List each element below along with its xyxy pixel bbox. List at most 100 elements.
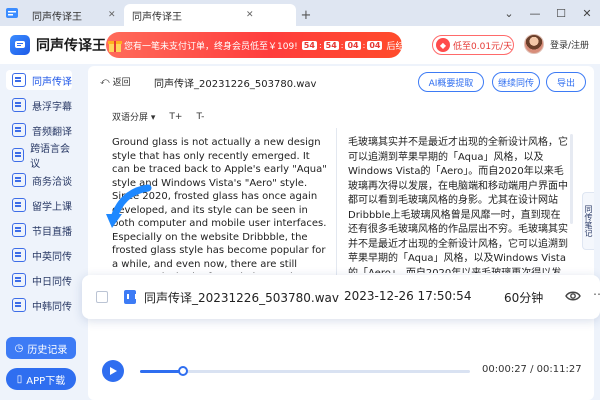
sidebar-item-subtitles[interactable]: 悬浮字幕 <box>6 95 72 115</box>
sidebar-item-label: 节目直播 <box>32 226 72 238</box>
class-icon <box>12 198 26 212</box>
zh-ko-icon <box>12 298 26 312</box>
row-checkbox[interactable] <box>96 291 108 303</box>
sidebar-item-audio[interactable]: 音频翻译 <box>6 120 72 140</box>
discount-badge[interactable]: ◆ 低至0.01元/天 <box>432 35 514 55</box>
audio-file-icon <box>124 290 137 304</box>
history-label: 历史记录 <box>27 344 68 356</box>
back-label: 返回 <box>112 78 131 88</box>
live-icon <box>12 223 26 237</box>
translation-text-panel: 毛玻璃其实并不是最近才出现的全新设计风格，它可以追溯到苹果早期的「Aqua」风格… <box>348 137 568 273</box>
countdown-digit: 54 <box>301 40 317 50</box>
sidebar-item-label: 中英同传 <box>32 251 72 263</box>
play-icon <box>110 367 117 375</box>
progress-fill <box>140 370 183 373</box>
login-label[interactable]: 登录/注册 <box>550 38 589 51</box>
zh-en-icon <box>12 248 26 262</box>
browser-tab-label: 同声传译王 <box>132 11 182 23</box>
sidebar-item-meeting[interactable]: 跨语言会议 <box>6 144 72 170</box>
promo-countdown: 54 : 54 : 04 : 04 <box>301 40 383 50</box>
promo-banner[interactable]: 您有一笔未支付订单，终身会员低至￥109! 54 : 54 : 04 : 04 … <box>106 32 402 58</box>
sidebar-item-label: 音频翻译 <box>32 126 72 138</box>
play-button[interactable] <box>102 360 124 382</box>
history-button[interactable]: ◷ 历史记录 <box>6 337 76 359</box>
time-display: 00:00:27 / 00:11:27 <box>482 364 582 375</box>
record-duration: 60分钟 <box>504 291 544 305</box>
sidebar-item-label: 跨语言会议 <box>30 144 71 170</box>
avatar[interactable] <box>524 34 544 54</box>
file-title: 同声传译_20231226_503780.wav <box>154 79 317 90</box>
close-icon[interactable]: ✕ <box>246 10 254 20</box>
main-panel: ⤺ 返回 同声传译_20231226_503780.wav AI概要提取 继续同… <box>88 66 594 400</box>
promo-text: 您有一笔未支付订单，终身会员低至￥109! <box>124 41 298 52</box>
scrollbar[interactable] <box>570 134 573 224</box>
split-view-dropdown[interactable]: 双语分屏 ▾ <box>112 110 155 123</box>
sidebar-item-zh-ko[interactable]: 中韩同传 <box>6 295 72 315</box>
sidebar-item-label: 中韩同传 <box>32 301 72 313</box>
phone-icon: ▯ <box>16 373 23 385</box>
business-icon <box>12 173 26 187</box>
record-name: 同声传译_20231226_503780.wav <box>144 291 339 305</box>
browser-tab-strip: 同声传译王 ✕ 同声传译王 ✕ + ⌄ — ☐ ✕ <box>0 0 600 26</box>
continue-button[interactable]: 继续同传 <box>492 72 540 92</box>
text-toolbar: 双语分屏 ▾ T+ T- <box>112 110 204 124</box>
eye-icon[interactable] <box>565 288 581 304</box>
countdown-digit: 54 <box>323 40 339 50</box>
sidebar-item-class[interactable]: 留学上课 <box>6 195 72 215</box>
interpret-icon <box>12 73 26 87</box>
split-label: 双语分屏 <box>112 113 149 123</box>
user-login[interactable]: 登录/注册 <box>524 34 589 54</box>
promo-tail: 后结束 <box>386 41 402 52</box>
app-download-button[interactable]: ▯ APP下载 <box>6 368 76 390</box>
progress-track[interactable] <box>140 366 470 376</box>
progress-knob[interactable] <box>177 366 188 376</box>
maximize-icon[interactable]: ☐ <box>548 0 574 26</box>
sidebar-item-label: 留学上课 <box>32 201 72 213</box>
app-download-label: APP下载 <box>26 375 66 387</box>
zh-ja-icon <box>12 273 26 287</box>
sidebar-item-live[interactable]: 节目直播 <box>6 220 72 240</box>
back-arrow-icon: ⤺ <box>100 76 110 87</box>
countdown-digit: 04 <box>367 40 383 50</box>
window-controls: ⌄ — ☐ ✕ <box>496 0 600 26</box>
sidebar-item-label: 中日同传 <box>32 276 72 288</box>
export-button[interactable]: 导出 <box>546 72 586 92</box>
browser-tab-label: 同声传译王 <box>32 11 82 23</box>
sidebar-item-business[interactable]: 商务洽谈 <box>6 170 72 190</box>
close-icon[interactable]: ✕ <box>108 10 116 20</box>
ai-summary-button[interactable]: AI概要提取 <box>418 72 484 92</box>
browser-tab-2[interactable]: 同声传译王 ✕ <box>124 4 296 26</box>
clock-icon: ◷ <box>14 342 24 354</box>
sidebar-item-simultaneous[interactable]: 同声传译 <box>6 70 72 90</box>
gift-icon <box>106 32 124 58</box>
new-tab-button[interactable]: + <box>296 4 316 26</box>
back-button[interactable]: ⤺ 返回 <box>100 75 131 89</box>
sidebar-item-label: 悬浮字幕 <box>32 101 72 113</box>
minimize-icon[interactable]: — <box>522 0 548 26</box>
panel-divider <box>336 128 337 288</box>
main-topbar: ⤺ 返回 同声传译_20231226_503780.wav AI概要提取 继续同… <box>88 66 594 98</box>
font-increase-button[interactable]: T+ <box>169 112 182 122</box>
font-decrease-button[interactable]: T- <box>196 112 204 122</box>
browser-tab-1[interactable]: 同声传译王 ✕ <box>24 4 124 26</box>
sidebar-item-label: 同声传译 <box>32 76 72 88</box>
discount-icon: ◆ <box>436 38 450 52</box>
subtitle-icon <box>12 98 26 112</box>
discount-label: 低至0.01元/天 <box>453 41 513 52</box>
curved-arrow-icon <box>106 184 152 228</box>
more-icon[interactable]: ⋯ <box>593 287 600 301</box>
notes-tab[interactable]: 同传笔记 <box>582 192 594 250</box>
sidebar-item-zh-en[interactable]: 中英同传 <box>6 245 72 265</box>
app-tab-icon[interactable] <box>0 0 24 26</box>
meeting-icon <box>12 148 25 162</box>
app-logo: 同声传译王 <box>10 35 106 55</box>
logo-icon <box>10 35 30 55</box>
sidebar-item-zh-ja[interactable]: 中日同传 <box>6 270 72 290</box>
record-date: 2023-12-26 17:50:54 <box>344 289 472 303</box>
record-row[interactable]: 同声传译_20231226_503780.wav 2023-12-26 17:5… <box>82 275 600 319</box>
countdown-digit: 04 <box>345 40 361 50</box>
close-window-icon[interactable]: ✕ <box>574 0 600 26</box>
sidebar: 同声传译 悬浮字幕 音频翻译 跨语言会议 商务洽谈 留学上课 节目直播 中英同传… <box>0 64 80 400</box>
dropdown-icon[interactable]: ⌄ <box>496 0 522 26</box>
app-name: 同声传译王 <box>36 38 106 54</box>
